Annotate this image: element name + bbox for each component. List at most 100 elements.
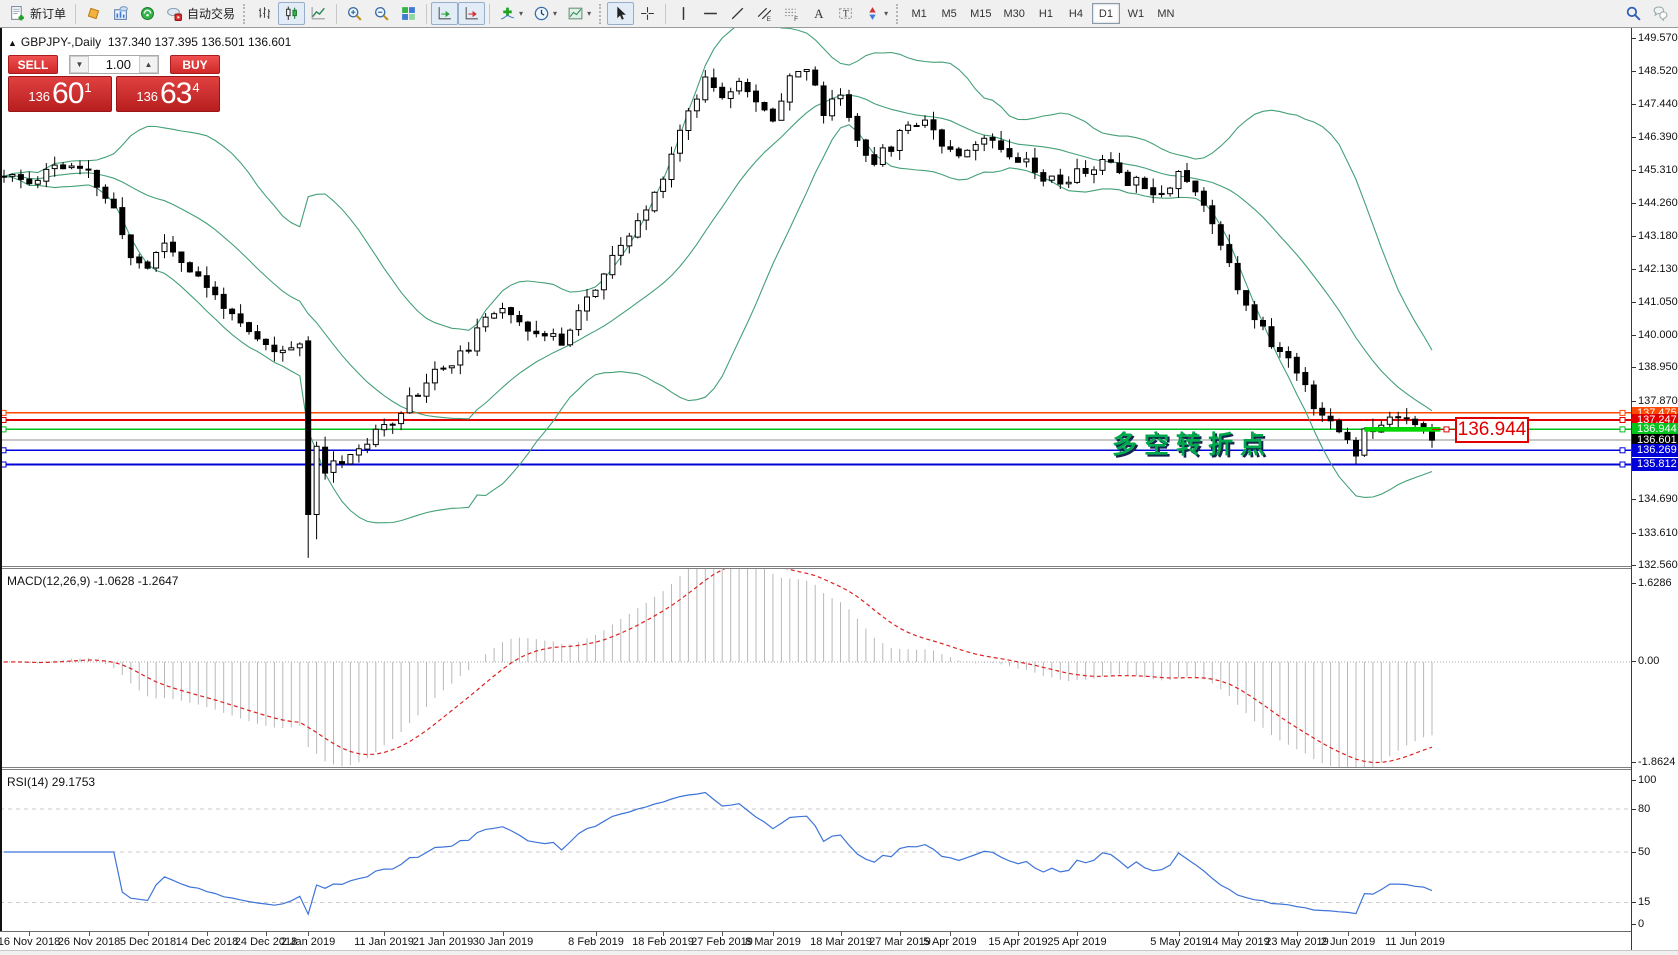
buy-big-figure: 136 [136,85,158,109]
ohlc-values: 137.340 137.395 136.501 136.601 [108,35,292,49]
timeframe-h4-button[interactable]: H4 [1062,3,1090,24]
date-label: 27 Feb 2019 [691,936,753,948]
rsi-line [4,793,1432,915]
line-chart-mode-button[interactable] [305,2,332,25]
turning-zone-rectangle[interactable] [1364,427,1440,432]
bar-chart-mode-button[interactable] [251,2,278,25]
periods-button[interactable]: ▾ [528,2,562,25]
price-callout[interactable]: 136.944 [1455,417,1529,443]
timeframe-m5-button[interactable]: M5 [935,3,963,24]
crosshair-tool-button[interactable] [634,2,661,25]
tile-windows-button[interactable] [395,2,422,25]
timeframe-m1-button[interactable]: M1 [905,3,933,24]
crosshair-icon [639,5,656,22]
volume-decrease-button[interactable]: ▼ [70,56,89,73]
equidistant-channel-tool-button[interactable]: E [751,2,778,25]
buy-button[interactable]: BUY [170,55,220,74]
vertical-line-tool-button[interactable] [670,2,697,25]
line-handles[interactable] [1,410,1625,467]
volume-stepper: ▼ 1.00 ▲ [69,55,159,74]
text-tool-button[interactable]: A [805,2,832,25]
chat-icon [1652,5,1669,22]
timeframe-mn-button[interactable]: MN [1152,3,1180,24]
price-tick: 148.520 [1632,65,1678,78]
fibonacci-tool-button[interactable]: F [778,2,805,25]
candlestick-mode-button[interactable] [278,2,305,25]
new-order-icon [9,5,26,22]
auto-scroll-button[interactable] [431,2,458,25]
main-toolbar: 新订单自动交易▾▾▾EFAT▾M1M5M15M30H1H4D1W1MN [0,0,1678,28]
toolbar-grip [599,4,602,24]
price-tick: 133.610 [1632,527,1678,540]
tile-windows-icon [400,5,417,22]
text-icon: A [810,5,827,22]
timeframe-d1-button[interactable]: D1 [1092,3,1120,24]
timeframe-m30-button[interactable]: M30 [999,3,1030,24]
chart-window[interactable]: ▲GBPJPY-,Daily 137.340 137.395 136.501 1… [0,28,1678,955]
zoom-out-button[interactable] [368,2,395,25]
text-label-tool-button[interactable]: T [832,2,859,25]
turning-point-annotation[interactable]: 多空转折点 [1112,425,1272,461]
plot-left-border [0,28,2,931]
timeframe-h1-button[interactable]: H1 [1032,3,1060,24]
sell-button[interactable]: SELL [8,55,58,74]
navigator-icon [139,5,156,22]
pane-divider[interactable] [0,767,1631,768]
price-chart-canvas[interactable] [0,28,1631,566]
price-tick: 146.390 [1632,131,1678,144]
buy-quote-button[interactable]: 136634 [116,76,220,112]
price-tick: 143.180 [1632,230,1678,243]
macd-indicator-canvas[interactable] [0,569,1631,767]
zoom-in-icon [346,5,363,22]
rsi-indicator-canvas[interactable] [0,770,1631,931]
rsi-axis-label: 50 [1632,846,1678,859]
price-axis[interactable]: 149.570148.520147.440146.390145.310144.2… [1631,28,1678,950]
data-window-button[interactable] [107,2,134,25]
candles-layer[interactable] [2,66,1435,558]
market-watch-button[interactable] [80,2,107,25]
price-tick: 132.560 [1632,559,1678,572]
fibo-icon: F [783,5,800,22]
rsi-axis-label: 100 [1632,774,1678,787]
price-level-label: 136.269 [1632,444,1678,457]
volume-input[interactable]: 1.00 [89,56,139,73]
bar-chart-icon [256,5,273,22]
arrows-tool-button[interactable]: ▾ [859,2,893,25]
new-order-button[interactable]: 新订单 [4,2,71,25]
autotrading-button[interactable]: 自动交易 [161,2,240,25]
date-label: 5 Dec 2018 [120,936,176,948]
hline-icon [702,5,719,22]
chevron-down-icon: ▾ [587,9,591,18]
window-bottom-edge [0,950,1678,955]
sell-quote-button[interactable]: 136601 [8,76,112,112]
price-tick: 147.440 [1632,98,1678,111]
horizontal-line-tool-button[interactable] [697,2,724,25]
timeframe-w1-button[interactable]: W1 [1122,3,1150,24]
macd-signal-value: -1.2647 [138,574,179,588]
timeframe-m15-button[interactable]: M15 [965,3,996,24]
chart-shift-button[interactable] [458,2,485,25]
cursor-tool-button[interactable] [607,2,634,25]
toolbar-grip [896,4,899,24]
pane-divider[interactable] [0,566,1631,567]
date-label: 2 Jan 2019 [281,936,335,948]
macd-label: MACD(12,26,9) -1.0628 -1.2647 [7,574,178,588]
price-tick: 140.000 [1632,329,1678,342]
community-chat-button[interactable] [1647,2,1674,25]
indicators-button[interactable]: ▾ [494,2,528,25]
new-order-label: 新订单 [30,5,66,22]
date-axis[interactable]: 16 Nov 201826 Nov 20185 Dec 201814 Dec 2… [0,931,1631,950]
macd-axis-label: -1.8624 [1632,756,1678,769]
navigator-button[interactable] [134,2,161,25]
one-click-toggle-icon[interactable]: ▲ [8,38,17,48]
date-label: 18 Feb 2019 [632,936,694,948]
volume-increase-button[interactable]: ▲ [139,56,158,73]
chevron-down-icon: ▾ [884,9,888,18]
horizontal-line-objects[interactable] [0,413,1631,465]
search-button[interactable] [1620,2,1647,25]
zoom-in-button[interactable] [341,2,368,25]
date-label: 5 Apr 2019 [923,936,976,948]
price-level-label: 135.812 [1632,458,1678,471]
trendline-tool-button[interactable] [724,2,751,25]
templates-button[interactable]: ▾ [562,2,596,25]
